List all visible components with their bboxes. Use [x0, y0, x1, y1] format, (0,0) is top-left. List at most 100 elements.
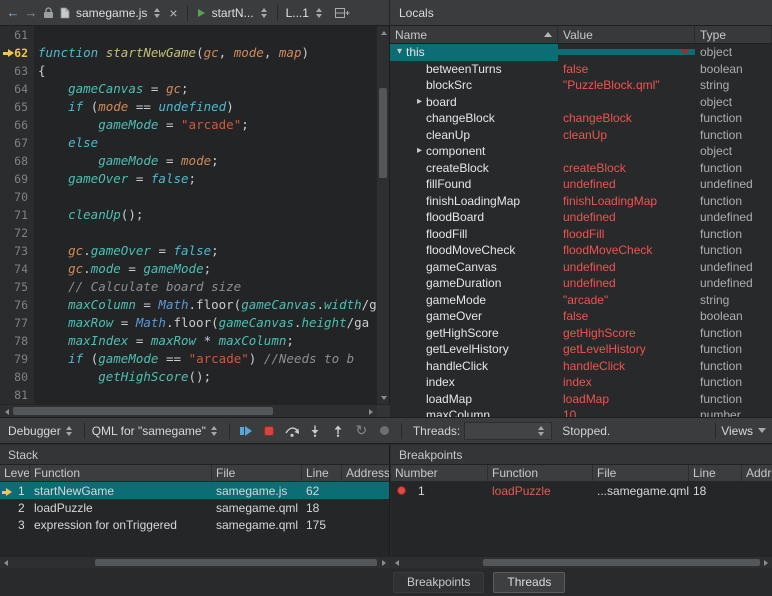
code-line[interactable]: 79 if (gameMode == "arcade") //Needs to … [0, 350, 377, 368]
code-text[interactable]: function startNewGame(gc, mode, map) [34, 44, 309, 62]
breakpoint-icon[interactable] [397, 486, 406, 495]
views-menu[interactable]: Views [721, 424, 766, 438]
locals-row[interactable]: floodFillfloodFillfunction [390, 226, 772, 243]
locals-row[interactable]: getHighScoregetHighScorefunction [390, 325, 772, 342]
code-line[interactable]: 77 maxRow = Math.floor(gameCanvas.height… [0, 314, 377, 332]
code-text[interactable]: maxIndex = maxRow * maxColumn; [34, 332, 294, 350]
line-number-gutter[interactable]: 80 [0, 368, 34, 386]
line-combo-arrows-icon[interactable] [316, 8, 322, 18]
code-line[interactable]: 66 gameMode = "arcade"; [0, 116, 377, 134]
locals-row[interactable]: getLevelHistorygetLevelHistoryfunction [390, 341, 772, 358]
tab-threads[interactable]: Threads [493, 572, 565, 593]
locals-row[interactable]: betweenTurnsfalseboolean [390, 61, 772, 78]
locals-row[interactable]: createBlockcreateBlockfunction [390, 160, 772, 177]
column-header-file[interactable]: File [593, 465, 689, 481]
debug-target-combo[interactable]: QML for "samegame" [90, 424, 224, 438]
code-line[interactable]: 76 maxColumn = Math.floor(gameCanvas.wid… [0, 296, 377, 314]
code-text[interactable]: gameMode = mode; [34, 152, 219, 170]
line-number-gutter[interactable]: 63 [0, 62, 34, 80]
code-text[interactable] [34, 26, 38, 44]
code-line[interactable]: 81 [0, 386, 377, 404]
code-text[interactable]: if (gameMode == "arcade") //Needs to b [34, 350, 354, 368]
code-editor[interactable]: 6162function startNewGame(gc, mode, map)… [0, 26, 390, 417]
column-header-function[interactable]: Function [488, 465, 593, 481]
code-line[interactable]: 61 [0, 26, 377, 44]
breakpoints-rows[interactable]: 1loadPuzzle...samegame.qml18 [391, 482, 772, 499]
threads-combo[interactable] [464, 422, 552, 440]
line-number-gutter[interactable]: 72 [0, 224, 34, 242]
symbol-combo[interactable]: startN... [212, 6, 254, 20]
code-line[interactable]: 63{ [0, 62, 377, 80]
column-header-address[interactable]: Address [342, 465, 389, 481]
code-line[interactable]: 74 gc.mode = gameMode; [0, 260, 377, 278]
code-lines[interactable]: 6162function startNewGame(gc, mode, map)… [0, 26, 377, 404]
code-line[interactable]: 68 gameMode = mode; [0, 152, 377, 170]
line-number-gutter[interactable]: 69 [0, 170, 34, 188]
line-number-gutter[interactable]: 62 [0, 44, 34, 62]
step-into-icon[interactable] [304, 421, 327, 441]
vertical-scrollbar-thumb[interactable] [379, 88, 387, 178]
locals-row[interactable]: ▾thisobject [390, 44, 772, 61]
locals-row[interactable]: blockSrc"PuzzleBlock.qml"string [390, 77, 772, 94]
stack-frame-row[interactable]: 1startNewGamesamegame.js62 [0, 482, 389, 499]
code-text[interactable]: else [34, 134, 98, 152]
value-dropdown-icon[interactable] [680, 49, 690, 55]
locals-row[interactable]: finishLoadingMapfinishLoadingMapfunction [390, 193, 772, 210]
line-number-gutter[interactable]: 79 [0, 350, 34, 368]
split-editor-icon[interactable] [335, 7, 350, 19]
collapse-icon[interactable]: ▾ [393, 44, 406, 61]
code-line[interactable]: 72 [0, 224, 377, 242]
code-text[interactable] [34, 386, 38, 404]
line-number-gutter[interactable]: 75 [0, 278, 34, 296]
editor-vertical-scrollbar[interactable] [376, 26, 389, 404]
code-line[interactable]: 62function startNewGame(gc, mode, map) [0, 44, 377, 62]
line-number-gutter[interactable]: 73 [0, 242, 34, 260]
column-header-address[interactable]: Address [742, 465, 772, 481]
locals-row[interactable]: handleClickhandleClickfunction [390, 358, 772, 375]
column-header-number[interactable]: Number [391, 465, 488, 481]
code-line[interactable]: 65 if (mode == undefined) [0, 98, 377, 116]
stop-debugger-icon[interactable] [258, 421, 281, 441]
record-snapshot-icon[interactable] [373, 421, 396, 441]
locals-row[interactable]: cleanUpcleanUpfunction [390, 127, 772, 144]
editor-horizontal-scrollbar[interactable] [0, 404, 390, 417]
open-file-combo[interactable]: samegame.js [76, 6, 147, 20]
line-number-gutter[interactable]: 76 [0, 296, 34, 314]
locals-tree[interactable]: ▾thisobjectbetweenTurnsfalsebooleanblock… [390, 44, 772, 417]
code-line[interactable]: 73 gc.gameOver = false; [0, 242, 377, 260]
code-text[interactable]: gameMode = "arcade"; [34, 116, 249, 134]
line-number-gutter[interactable]: 70 [0, 188, 34, 206]
stack-frame-row[interactable]: 3expression for onTriggeredsamegame.qml1… [0, 516, 389, 533]
breakpoint-row[interactable]: 1loadPuzzle...samegame.qml18 [391, 482, 772, 499]
expand-icon[interactable]: ▸ [413, 94, 426, 111]
step-over-icon[interactable] [281, 421, 304, 441]
stack-frame-row[interactable]: 2loadPuzzlesamegame.qml18 [0, 499, 389, 516]
column-header-line[interactable]: Line [302, 465, 342, 481]
locals-row[interactable]: gameCanvasundefinedundefined [390, 259, 772, 276]
column-header-name[interactable]: Name [390, 26, 558, 43]
code-text[interactable]: maxColumn = Math.floor(gameCanvas.width/… [34, 296, 377, 314]
locals-row[interactable]: maxColumn10number [390, 407, 772, 417]
column-header-function[interactable]: Function [30, 465, 212, 481]
horizontal-scrollbar-thumb[interactable] [95, 559, 377, 566]
locals-row[interactable]: changeBlockchangeBlockfunction [390, 110, 772, 127]
file-combo-arrows-icon[interactable] [154, 8, 160, 18]
column-header-line[interactable]: Line [689, 465, 742, 481]
debugger-engine-combo[interactable]: Debugger [6, 424, 79, 438]
back-icon[interactable]: ← [4, 5, 22, 20]
code-text[interactable]: gameCanvas = gc; [34, 80, 189, 98]
code-text[interactable]: // Calculate board size [34, 278, 241, 296]
code-line[interactable]: 70 [0, 188, 377, 206]
code-line[interactable]: 69 gameOver = false; [0, 170, 377, 188]
horizontal-scrollbar-thumb[interactable] [483, 559, 760, 566]
locals-row[interactable]: gameMode"arcade"string [390, 292, 772, 309]
forward-icon[interactable]: → [22, 5, 40, 20]
line-number-gutter[interactable]: 66 [0, 116, 34, 134]
expand-icon[interactable]: ▸ [413, 143, 426, 160]
code-text[interactable]: maxRow = Math.floor(gameCanvas.height/ga [34, 314, 369, 332]
horizontal-scrollbar-thumb[interactable] [13, 407, 273, 415]
tab-breakpoints[interactable]: Breakpoints [393, 572, 484, 593]
line-number-gutter[interactable]: 81 [0, 386, 34, 404]
code-text[interactable] [34, 188, 38, 206]
scroll-up-icon[interactable] [377, 26, 390, 39]
